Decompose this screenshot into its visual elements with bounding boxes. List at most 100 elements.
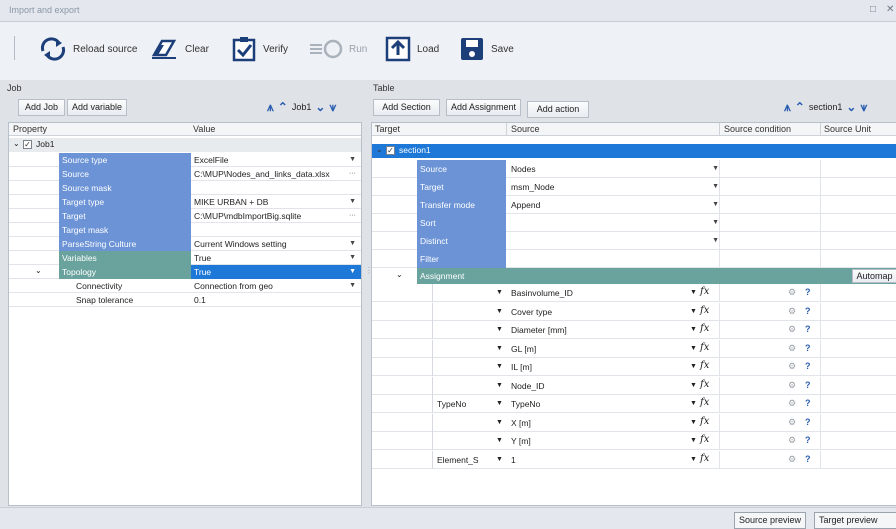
verify-button[interactable]: Verify [232,30,288,68]
assignment-item-row[interactable]: ▼ Basinvolume_ID ▼ fx ⚙? [372,284,896,302]
job-subproperty-row[interactable]: Connectivity Connection from geo ▼ [9,279,361,293]
job-property-row[interactable]: Source type ExcelFile ▼ [9,153,361,167]
subproperty-value[interactable]: 0.1 [191,293,361,307]
settings-icon[interactable]: ⚙ [788,454,796,465]
source-preview-tab[interactable]: Source preview [734,512,807,529]
subproperty-value[interactable]: Connection from geo [191,279,361,293]
help-icon[interactable]: ? [805,380,811,390]
prev-icon[interactable]: ⌃ [795,101,805,113]
last-icon[interactable]: ⩛ [860,101,867,113]
job-property-row[interactable]: Source mask [9,181,361,195]
help-icon[interactable]: ? [805,287,811,297]
assignment-target[interactable] [434,303,484,321]
function-icon[interactable]: fx [700,342,709,353]
property-value[interactable]: MIKE URBAN + DB [191,195,361,209]
save-button[interactable]: Save [458,30,514,68]
collapse-icon[interactable]: ⌄ [376,145,383,154]
section-property-row[interactable]: Filter [372,250,896,268]
section-property-value[interactable]: Nodes [508,160,719,178]
assignment-source[interactable]: 1 [508,451,683,469]
function-icon[interactable]: fx [700,323,709,334]
assignment-target[interactable]: Element_S [434,451,484,469]
assignment-row[interactable]: ⌄ Assignment Automap [372,268,896,284]
dropdown-arrow-icon[interactable]: ▼ [712,178,719,196]
assignment-item-row[interactable]: ▼ X [m] ▼ fx ⚙? [372,413,896,432]
function-icon[interactable]: fx [700,453,709,464]
collapse-icon[interactable]: ⌄ [13,139,20,148]
section-property-value[interactable] [508,232,719,250]
source-dropdown-icon[interactable]: ▼ [690,363,697,370]
assignment-target[interactable] [434,284,484,302]
dropdown-arrow-icon[interactable]: ▼ [712,196,719,214]
section-root-checkbox[interactable]: ✓ [386,146,395,155]
settings-icon[interactable]: ⚙ [788,361,796,372]
property-value[interactable]: Current Windows setting [191,237,361,251]
job-property-row[interactable]: Variables True ▼ [9,251,361,265]
settings-icon[interactable]: ⚙ [788,287,796,298]
assignment-item-row[interactable]: ▼ GL [m] ▼ fx ⚙? [372,339,896,358]
source-dropdown-icon[interactable]: ▼ [690,345,697,352]
dropdown-arrow-icon[interactable]: ▼ [712,160,719,178]
function-icon[interactable]: fx [700,305,709,316]
assignment-item-row[interactable]: TypeNo ▼ TypeNo ▼ fx ⚙? [372,395,896,413]
assignment-item-row[interactable]: Element_S ▼ 1 ▼ fx ⚙? [372,450,896,469]
job-property-row[interactable]: Target type MIKE URBAN + DB ▼ [9,195,361,209]
target-dropdown-icon[interactable]: ▼ [496,289,503,296]
expand-icon[interactable]: ⌄ [35,266,42,275]
assignment-source[interactable]: TypeNo [508,395,683,413]
target-dropdown-icon[interactable]: ▼ [496,345,503,352]
assignment-target[interactable] [434,321,484,339]
ellipsis-button[interactable]: ··· [349,167,356,181]
source-dropdown-icon[interactable]: ▼ [690,382,697,389]
target-preview-tab[interactable]: Target preview [814,512,896,529]
section-property-value[interactable] [508,214,719,232]
function-icon[interactable]: fx [700,286,709,297]
help-icon[interactable]: ? [805,417,811,427]
run-button[interactable]: Run [308,30,367,68]
section-property-value[interactable] [508,250,719,268]
help-icon[interactable]: ? [805,454,811,464]
dropdown-arrow-icon[interactable]: ▼ [349,237,356,251]
assignment-item-row[interactable]: ▼ Node_ID ▼ fx ⚙? [372,376,896,395]
target-dropdown-icon[interactable]: ▼ [496,400,503,407]
first-icon[interactable]: ⩚ [784,101,791,113]
job-property-row[interactable]: Target mask [9,223,361,237]
target-dropdown-icon[interactable]: ▼ [496,382,503,389]
target-dropdown-icon[interactable]: ▼ [496,363,503,370]
target-dropdown-icon[interactable]: ▼ [496,326,503,333]
job-property-row[interactable]: ParseString Culture Current Windows setti… [9,237,361,251]
assignment-source[interactable]: Basinvolume_ID [508,284,683,302]
settings-icon[interactable]: ⚙ [788,417,796,428]
function-icon[interactable]: fx [700,397,709,408]
add-section-button[interactable]: Add Section [373,99,440,116]
add-assignment-button[interactable]: Add Assignment [446,99,521,116]
function-icon[interactable]: fx [700,379,709,390]
settings-icon[interactable]: ⚙ [788,398,796,409]
close-icon[interactable]: ✕ [886,4,894,15]
property-value[interactable]: C:\MUP\mdbImportBig.sqlite [191,209,361,223]
job-property-row[interactable]: Topology True ▼ ⌄ [9,265,361,279]
function-icon[interactable]: fx [700,360,709,371]
section-property-row[interactable]: Transfer mode Append ▼ [372,196,896,214]
help-icon[interactable]: ? [805,343,811,353]
ellipsis-button[interactable]: ··· [349,209,356,223]
dropdown-arrow-icon[interactable]: ▼ [349,251,356,265]
assignment-target[interactable] [434,340,484,358]
source-dropdown-icon[interactable]: ▼ [690,326,697,333]
property-value[interactable]: C:\MUP\Nodes_and_links_data.xlsx [191,167,361,181]
function-icon[interactable]: fx [700,434,709,445]
load-button[interactable]: Load [384,30,439,68]
restore-icon[interactable]: □ [870,4,876,15]
help-icon[interactable]: ? [805,435,811,445]
reload-source-button[interactable]: Reload source [38,30,137,68]
assignment-source[interactable]: Diameter [mm] [508,321,683,339]
property-value[interactable] [191,223,361,237]
assignment-item-row[interactable]: ▼ Diameter [mm] ▼ fx ⚙? [372,321,896,339]
section-property-row[interactable]: Sort ▼ [372,214,896,232]
job-subproperty-row[interactable]: Snap tolerance 0.1 [9,293,361,307]
property-value[interactable]: True [191,251,361,265]
dropdown-arrow-icon[interactable]: ▼ [712,232,719,250]
assignment-item-row[interactable]: ▼ Y [m] ▼ fx ⚙? [372,432,896,450]
prev-icon[interactable]: ⌃ [278,101,288,113]
assignment-source[interactable]: IL [m] [508,358,683,376]
